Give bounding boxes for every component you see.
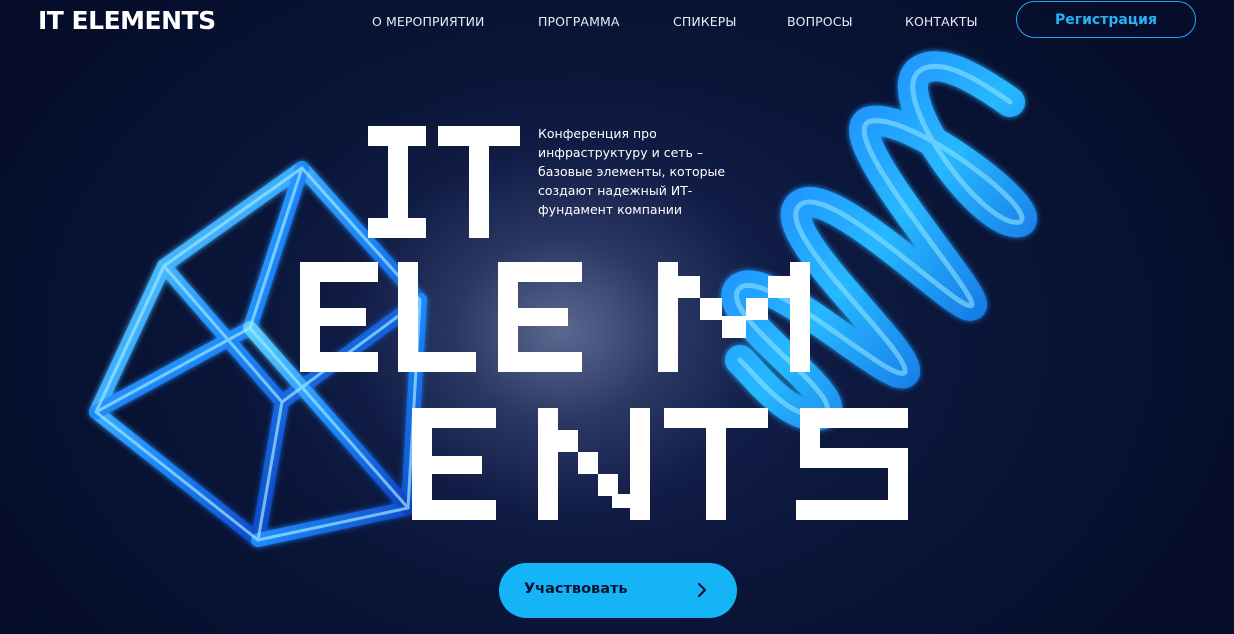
title-line-2 — [300, 262, 810, 372]
hero-section: IT ELEMENTS О МЕРОПРИЯТИИ ПРОГРАММА СПИК… — [0, 0, 1234, 634]
participate-button-label: Участвовать — [524, 581, 628, 597]
title-line-1 — [368, 126, 520, 238]
hero-tagline: Конференция про инфраструктуру и сеть – … — [538, 126, 726, 217]
hero-title — [300, 126, 908, 520]
participate-button[interactable]: Участвовать — [499, 563, 737, 618]
chevron-right-icon — [697, 582, 707, 598]
title-line-3 — [412, 408, 908, 520]
